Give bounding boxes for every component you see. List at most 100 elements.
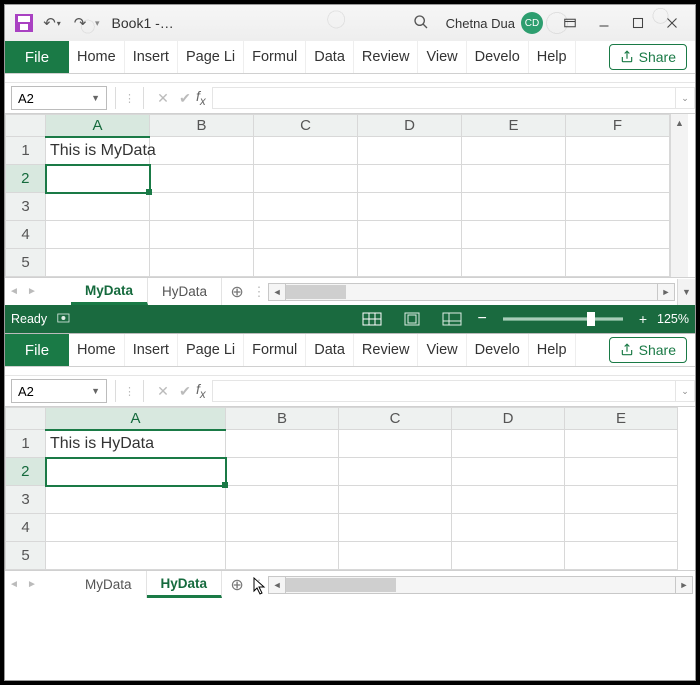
cell[interactable] bbox=[150, 249, 254, 277]
vscroll-down[interactable]: ▼ bbox=[677, 279, 695, 305]
cell[interactable] bbox=[46, 249, 150, 277]
cell[interactable] bbox=[452, 542, 565, 570]
col-header[interactable]: D bbox=[358, 115, 462, 137]
cell[interactable] bbox=[452, 486, 565, 514]
zoom-out[interactable]: − bbox=[477, 310, 486, 328]
col-header[interactable]: A bbox=[46, 408, 226, 430]
tab-page-layout[interactable]: Page Li bbox=[178, 41, 244, 73]
tab-formulas[interactable]: Formul bbox=[244, 334, 306, 366]
cell[interactable] bbox=[566, 193, 670, 221]
redo-button[interactable]: ↷ bbox=[67, 10, 93, 36]
cell[interactable] bbox=[46, 193, 150, 221]
cell[interactable] bbox=[566, 221, 670, 249]
cell[interactable] bbox=[226, 486, 339, 514]
sheet-nav-next[interactable]: ► bbox=[23, 286, 41, 297]
fx-icon[interactable]: fx bbox=[196, 88, 206, 108]
tab-insert[interactable]: Insert bbox=[125, 41, 178, 73]
cell[interactable] bbox=[566, 249, 670, 277]
select-all[interactable] bbox=[6, 408, 46, 430]
tab-formulas[interactable]: Formul bbox=[244, 41, 306, 73]
row-header[interactable]: 3 bbox=[6, 486, 46, 514]
tab-developer[interactable]: Develo bbox=[467, 334, 529, 366]
user-account[interactable]: Chetna Dua CD bbox=[446, 12, 543, 34]
cell[interactable] bbox=[339, 458, 452, 486]
name-box[interactable]: A2▼ bbox=[11, 379, 107, 403]
horizontal-scrollbar[interactable]: ◄► bbox=[268, 576, 693, 594]
row-header[interactable]: 2 bbox=[6, 458, 46, 486]
tab-help[interactable]: Help bbox=[529, 41, 576, 73]
cell[interactable] bbox=[46, 542, 226, 570]
row-header[interactable]: 3 bbox=[6, 193, 46, 221]
col-header[interactable]: D bbox=[452, 408, 565, 430]
cell[interactable] bbox=[462, 137, 566, 165]
row-header[interactable]: 5 bbox=[6, 249, 46, 277]
cell[interactable] bbox=[358, 221, 462, 249]
cell[interactable] bbox=[462, 249, 566, 277]
col-header[interactable]: A bbox=[46, 115, 150, 137]
cell[interactable] bbox=[150, 193, 254, 221]
enter-icon[interactable]: ✔ bbox=[174, 383, 196, 400]
cancel-icon[interactable]: ✕ bbox=[152, 90, 174, 107]
zoom-slider[interactable] bbox=[503, 317, 623, 321]
search-button[interactable] bbox=[408, 10, 434, 36]
row-header[interactable]: 4 bbox=[6, 514, 46, 542]
cell[interactable] bbox=[46, 486, 226, 514]
cell[interactable]: This is HyData bbox=[46, 430, 226, 458]
col-header[interactable]: B bbox=[226, 408, 339, 430]
tab-home[interactable]: Home bbox=[69, 334, 125, 366]
view-page-break[interactable] bbox=[437, 309, 467, 329]
tab-help[interactable]: Help bbox=[529, 334, 576, 366]
row-header[interactable]: 1 bbox=[6, 137, 46, 165]
save-button[interactable] bbox=[11, 10, 37, 36]
row-header[interactable]: 2 bbox=[6, 165, 46, 193]
sheet-nav-next[interactable]: ► bbox=[23, 579, 41, 590]
share-button[interactable]: Share bbox=[609, 337, 687, 363]
cell[interactable] bbox=[452, 458, 565, 486]
file-tab[interactable]: File bbox=[5, 41, 69, 73]
cell[interactable] bbox=[226, 458, 339, 486]
cell[interactable] bbox=[150, 137, 254, 165]
share-button[interactable]: Share bbox=[609, 44, 687, 70]
sheet-nav-prev[interactable]: ◄ bbox=[5, 579, 23, 590]
cell[interactable] bbox=[462, 221, 566, 249]
cell[interactable] bbox=[358, 137, 462, 165]
col-header[interactable]: B bbox=[150, 115, 254, 137]
cell[interactable] bbox=[462, 165, 566, 193]
cell[interactable] bbox=[46, 514, 226, 542]
cell[interactable] bbox=[150, 221, 254, 249]
row-header[interactable]: 5 bbox=[6, 542, 46, 570]
cell[interactable] bbox=[565, 458, 678, 486]
tab-page-layout[interactable]: Page Li bbox=[178, 334, 244, 366]
col-header[interactable]: C bbox=[254, 115, 358, 137]
cell[interactable] bbox=[226, 514, 339, 542]
cell[interactable] bbox=[339, 542, 452, 570]
cell[interactable] bbox=[462, 193, 566, 221]
file-tab[interactable]: File bbox=[5, 334, 69, 366]
sheet-tab-mydata[interactable]: MyData bbox=[71, 278, 148, 305]
zoom-level[interactable]: 125% bbox=[657, 312, 689, 326]
zoom-in[interactable]: + bbox=[639, 311, 647, 327]
cell[interactable]: This is MyData bbox=[46, 137, 150, 165]
fx-icon[interactable]: fx bbox=[196, 381, 206, 401]
sheet-nav-prev[interactable]: ◄ bbox=[5, 286, 23, 297]
cell[interactable] bbox=[254, 165, 358, 193]
close-button[interactable] bbox=[655, 9, 689, 37]
maximize-button[interactable] bbox=[621, 9, 655, 37]
vertical-scrollbar[interactable]: ▲ bbox=[670, 114, 688, 277]
tab-insert[interactable]: Insert bbox=[125, 334, 178, 366]
cell[interactable] bbox=[358, 193, 462, 221]
name-box[interactable]: A2▼ bbox=[11, 86, 107, 110]
tab-view[interactable]: View bbox=[418, 41, 466, 73]
tab-data[interactable]: Data bbox=[306, 334, 354, 366]
add-sheet-button[interactable]: ⊕ bbox=[222, 575, 252, 595]
horizontal-scrollbar[interactable]: ◄► bbox=[268, 283, 675, 301]
cell[interactable] bbox=[565, 430, 678, 458]
cell-selected[interactable] bbox=[46, 165, 150, 193]
cancel-icon[interactable]: ✕ bbox=[152, 383, 174, 400]
cell[interactable] bbox=[452, 514, 565, 542]
cell[interactable] bbox=[565, 486, 678, 514]
cell[interactable] bbox=[339, 486, 452, 514]
undo-button[interactable]: ↶▾ bbox=[39, 10, 65, 36]
cell[interactable] bbox=[150, 165, 254, 193]
cell[interactable] bbox=[339, 514, 452, 542]
